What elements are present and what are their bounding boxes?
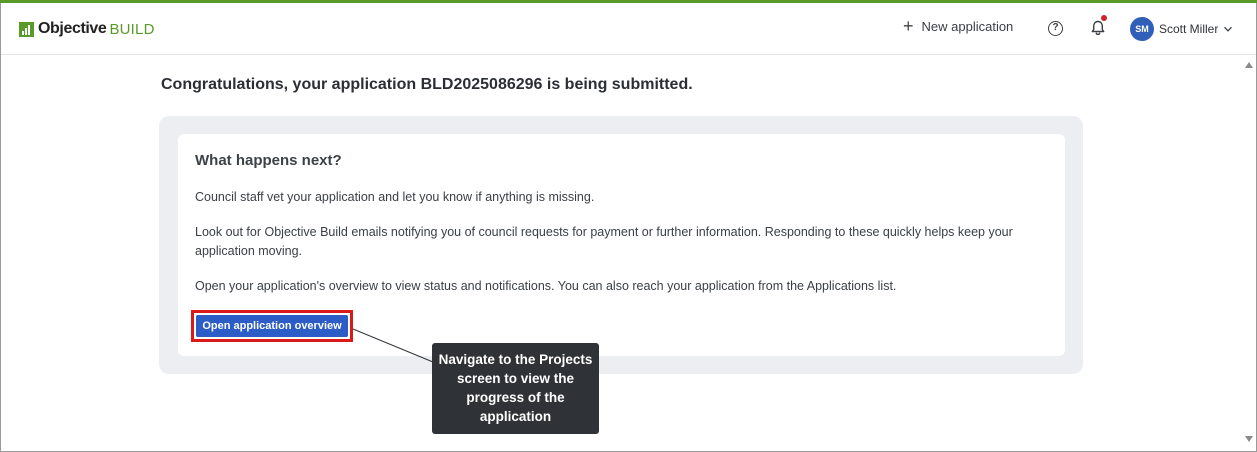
bell-icon[interactable]: [1089, 19, 1107, 37]
scroll-up-arrow-icon[interactable]: [1245, 62, 1253, 68]
info-paragraph-emails: Look out for Objective Build emails noti…: [195, 225, 1013, 258]
scroll-down-arrow-icon[interactable]: [1245, 436, 1253, 442]
logo-word-build: BUILD: [109, 20, 155, 38]
callout-tooltip: Navigate to the Projects screen to view …: [432, 343, 599, 434]
open-application-overview-button[interactable]: Open application overview: [196, 315, 348, 337]
page-title: Congratulations, your application BLD202…: [161, 76, 693, 93]
chevron-down-icon: [1224, 26, 1233, 32]
user-name: Scott Miller: [1159, 22, 1219, 36]
app-logo[interactable]: Objective BUILD: [19, 19, 155, 39]
avatar: SM: [1130, 17, 1154, 41]
notification-dot: [1101, 15, 1107, 21]
help-icon[interactable]: ?: [1048, 21, 1063, 36]
vertical-scrollbar[interactable]: [1241, 56, 1256, 451]
objective-build-logo-icon: [19, 21, 34, 37]
info-paragraph-vetting: Council staff vet your application and l…: [195, 190, 595, 204]
new-application-button[interactable]: + New application: [903, 17, 1013, 35]
user-menu[interactable]: SM Scott Miller: [1130, 17, 1233, 41]
new-application-label: New application: [921, 18, 1014, 34]
info-paragraph-overview: Open your application's overview to view…: [195, 279, 897, 293]
logo-word-objective: Objective: [38, 20, 107, 37]
app-header: Objective BUILD + New application ? SM S…: [1, 3, 1256, 55]
plus-icon: +: [903, 16, 914, 36]
card-title: What happens next?: [195, 152, 342, 169]
